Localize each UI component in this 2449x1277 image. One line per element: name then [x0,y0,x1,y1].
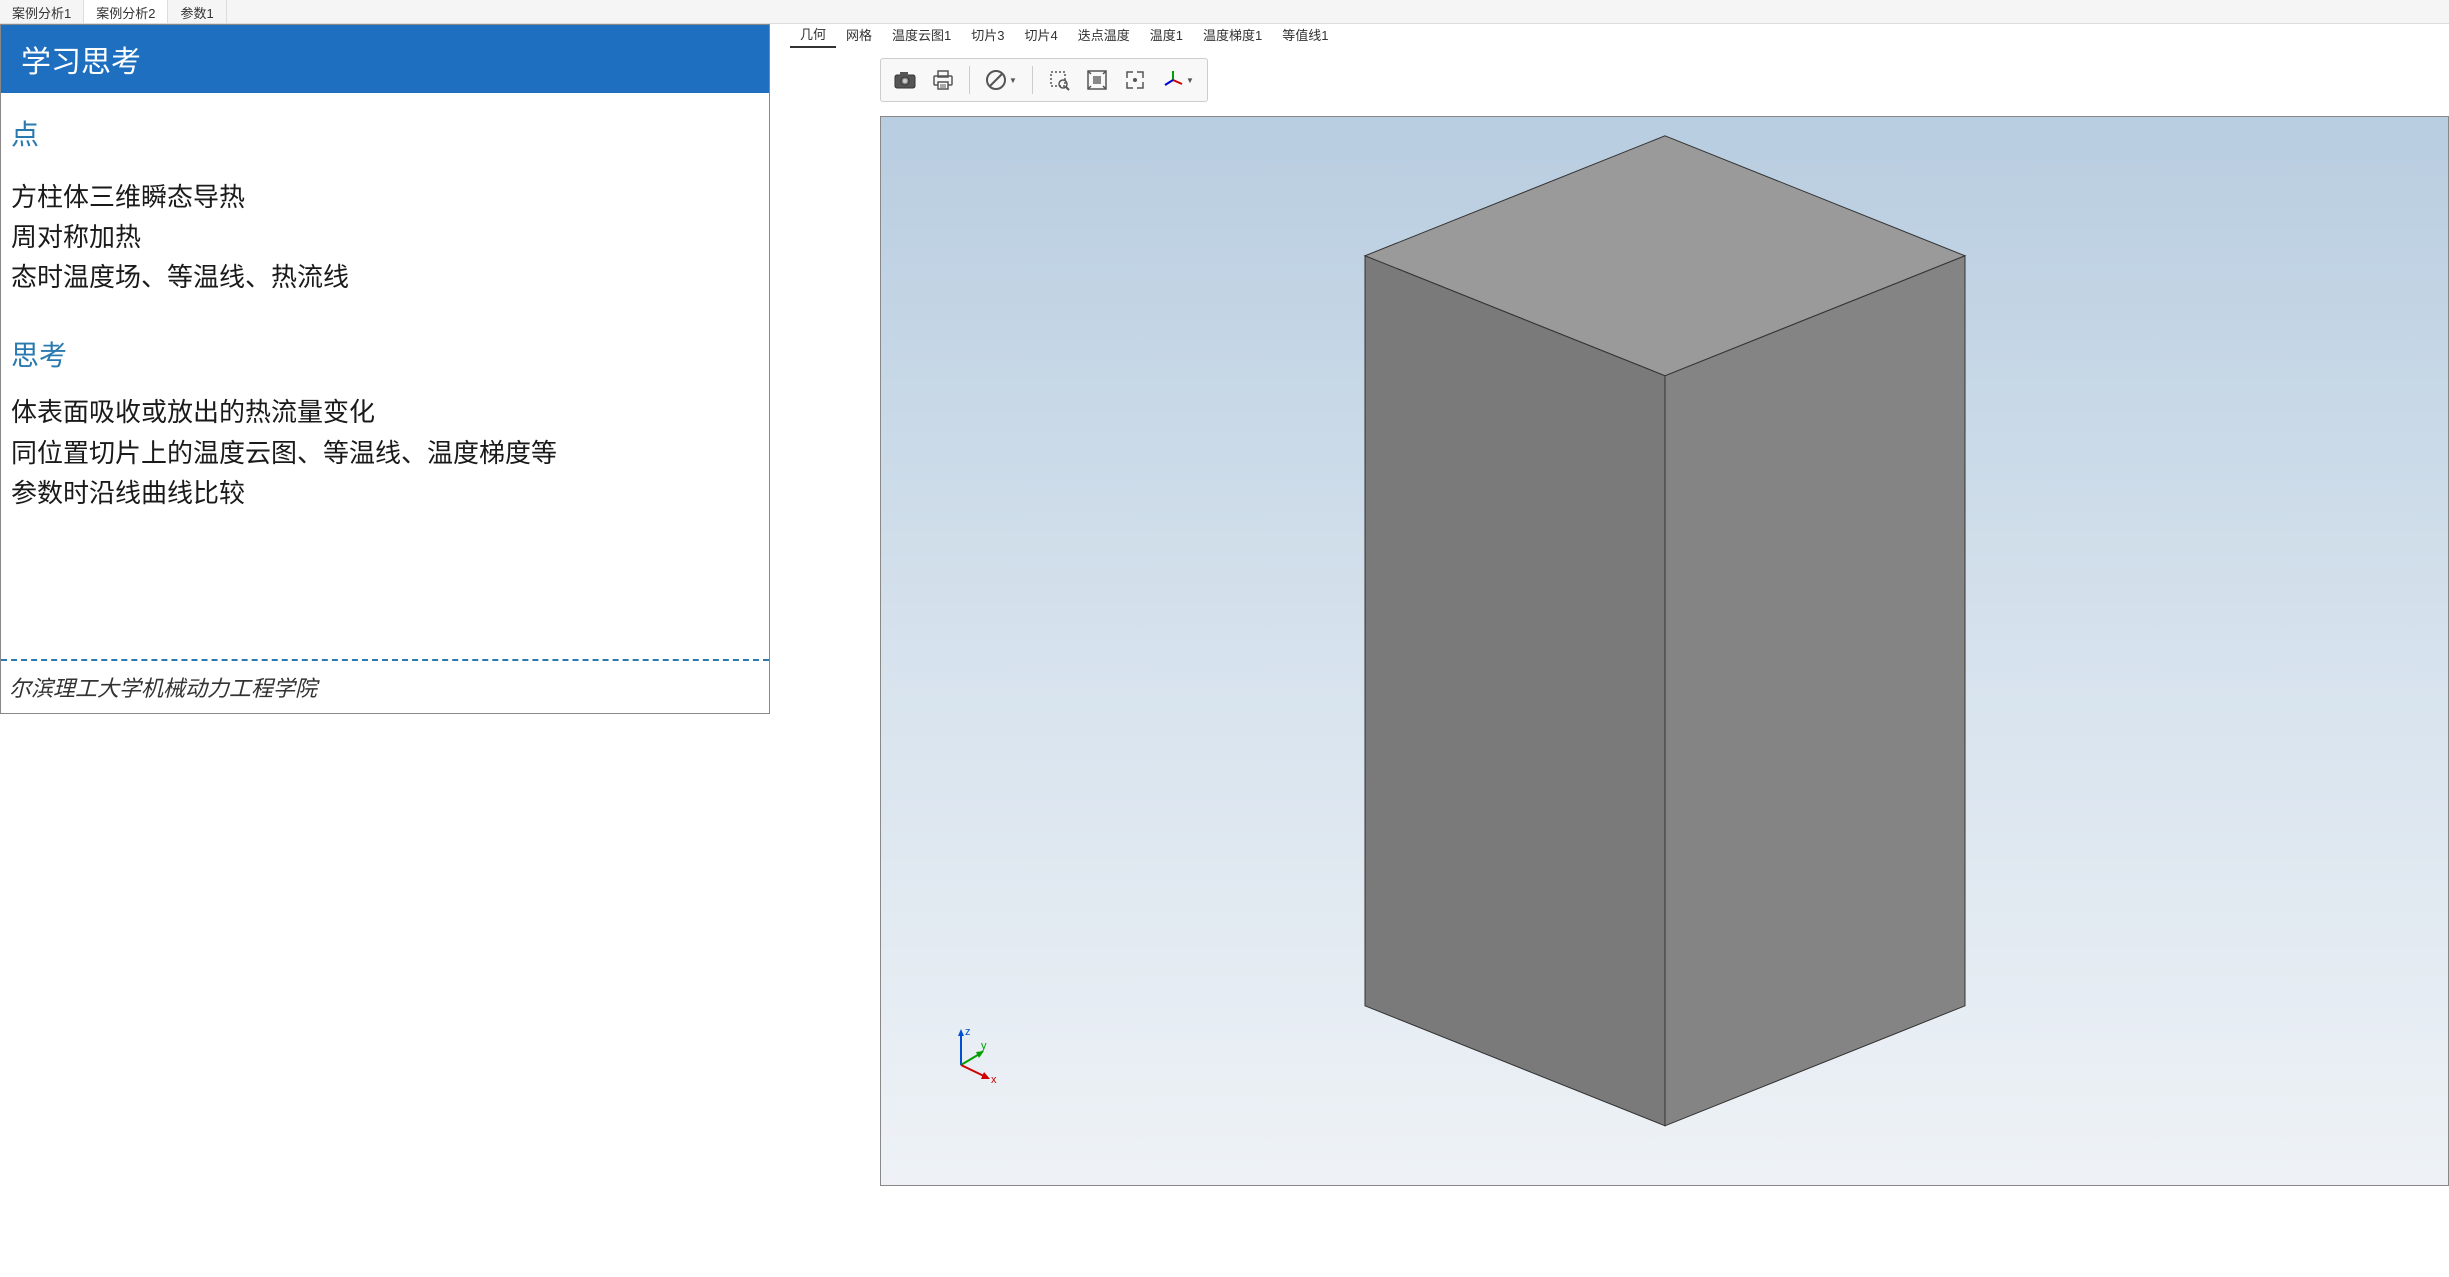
tab-case-analysis-1[interactable]: 案例分析1 [0,0,84,23]
view-tab-geometry[interactable]: 几何 [790,21,836,48]
content-line: 同位置切片上的温度云图、等温线、温度梯度等 [11,434,759,474]
view-tab-slice-3[interactable]: 切片3 [961,22,1014,48]
section-2-title: 思考 [11,334,759,379]
cuboid-geometry [1355,126,1975,1136]
content-line: 参数时沿线曲线比较 [11,474,759,514]
view-tab-point-temp[interactable]: 迭点温度 [1068,22,1140,48]
viewport-toolbar: ▼ [880,58,1208,102]
content-line: 体表面吸收或放出的热流量变化 [11,393,759,433]
view-tab-isoline-1[interactable]: 等值线1 [1272,22,1338,48]
view-orientation-button[interactable]: ▼ [1157,64,1199,96]
denied-icon [985,69,1007,91]
camera-icon [893,70,917,90]
zoom-full-icon [1123,68,1147,92]
right-section: 几何 网格 温度云图1 切片3 切片4 迭点温度 温度1 温度梯度1 等值线1 [780,24,2449,1277]
tab-parameters-1[interactable]: 参数1 [168,0,226,23]
scene-light-button[interactable]: ▼ [980,64,1022,96]
view-tab-temp-cloud-1[interactable]: 温度云图1 [882,22,961,48]
svg-text:x: x [991,1074,997,1085]
content-line: 方柱体三维瞬态导热 [11,178,759,218]
print-button[interactable] [927,64,959,96]
study-panel: 学习思考 点 方柱体三维瞬态导热 周对称加热 态时温度场、等温线、热流线 思考 … [0,24,770,714]
panel-title: 学习思考 [1,25,769,93]
view-tab-bar: 几何 网格 温度云图1 切片3 切片4 迭点温度 温度1 温度梯度1 等值线1 [780,24,2449,48]
chevron-down-icon: ▼ [1009,76,1017,85]
chevron-down-icon: ▼ [1186,76,1194,85]
top-tab-bar: 案例分析1 案例分析2 参数1 [0,0,2449,24]
snapshot-button[interactable] [889,64,921,96]
zoom-box-button[interactable] [1043,64,1075,96]
view-tab-temp-gradient-1[interactable]: 温度梯度1 [1193,22,1272,48]
content-line: 周对称加热 [11,218,759,258]
zoom-extents-button[interactable] [1081,64,1113,96]
panel-footer: 尔滨理工大学机械动力工程学院 [1,659,769,713]
zoom-box-icon [1047,68,1071,92]
print-icon [931,69,955,91]
tab-case-analysis-2[interactable]: 案例分析2 [84,0,168,23]
zoom-extents-icon [1085,68,1109,92]
svg-text:y: y [981,1040,987,1052]
zoom-to-selection-button[interactable] [1119,64,1151,96]
content-line: 态时温度场、等温线、热流线 [11,258,759,298]
svg-text:z: z [965,1026,971,1038]
view-tab-temp-1[interactable]: 温度1 [1140,22,1193,48]
3d-viewport[interactable]: z y x [880,116,2449,1186]
view-tab-mesh[interactable]: 网格 [836,22,882,48]
axis-indicator: z y x [941,1025,1001,1085]
section-1-title: 点 [11,113,759,158]
axis-icon [1162,69,1184,91]
panel-content: 点 方柱体三维瞬态导热 周对称加热 态时温度场、等温线、热流线 思考 体表面吸收… [1,93,769,534]
view-tab-slice-4[interactable]: 切片4 [1015,22,1068,48]
